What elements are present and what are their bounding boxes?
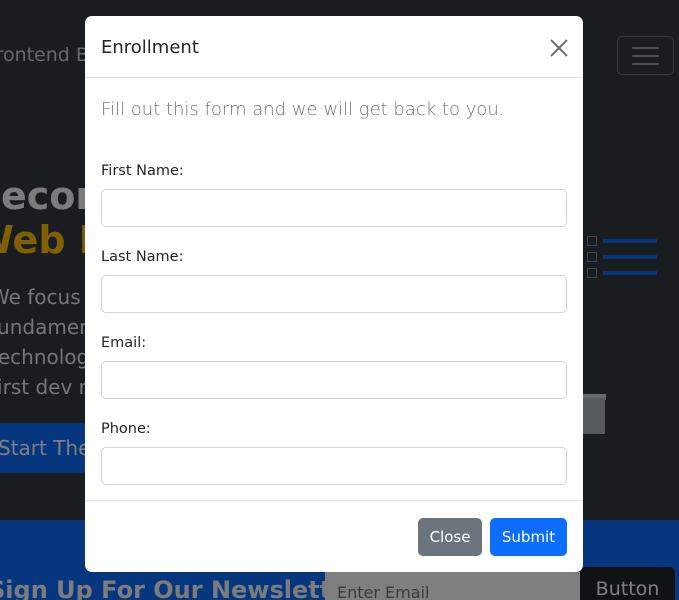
close-button[interactable]: Close [418,518,482,556]
modal-header: Enrollment [85,16,583,78]
last-name-field[interactable] [101,275,567,313]
email-field[interactable] [101,361,567,399]
modal-lead-text: Fill out this form and we will get back … [101,99,505,120]
last-name-label: Last Name: [101,249,184,265]
modal-footer: Close Submit [85,500,583,572]
phone-label: Phone: [101,421,151,437]
close-icon-graphic [550,39,568,57]
modal-title: Enrollment [101,37,199,58]
first-name-field[interactable] [101,189,567,227]
first-name-label: First Name: [101,163,184,179]
phone-field[interactable] [101,447,567,485]
email-label: Email: [101,335,147,351]
close-icon[interactable] [546,35,572,61]
submit-button[interactable]: Submit [490,518,567,556]
enrollment-modal: Enrollment Fill out this form and we wil… [85,16,583,572]
